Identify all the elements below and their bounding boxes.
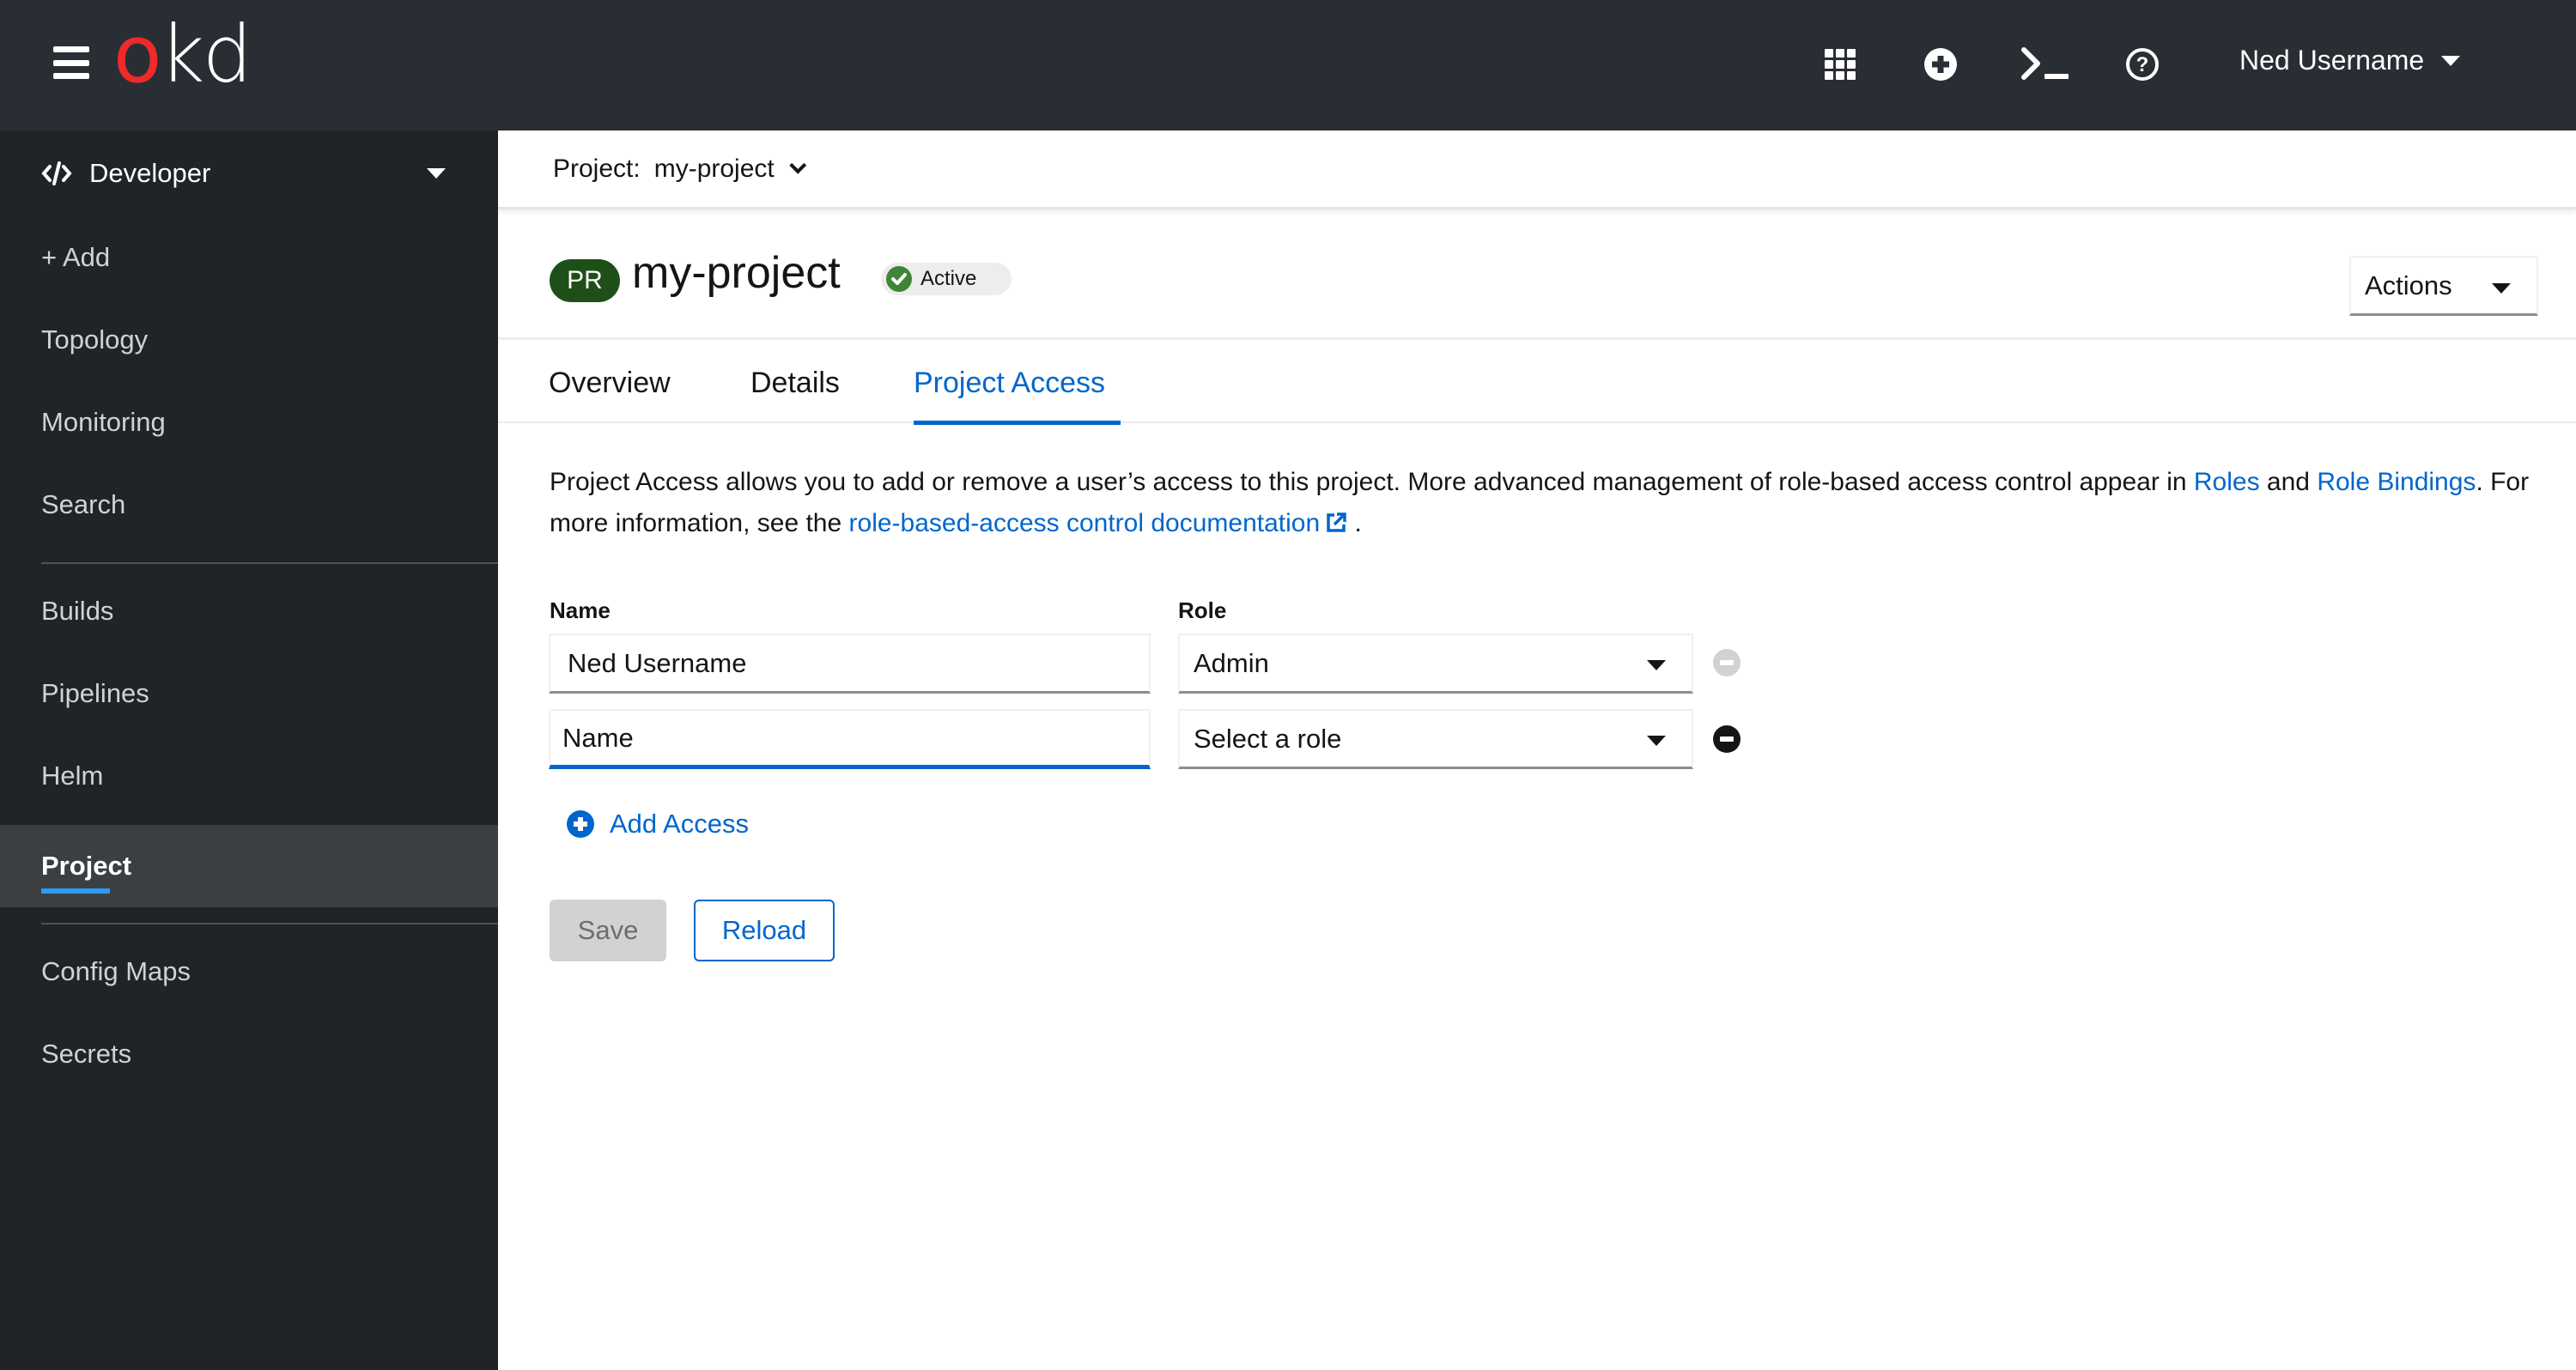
sidebar-item-project[interactable]: Project [0,825,498,907]
name-input-row-1[interactable] [549,633,1151,694]
name-input-row-2[interactable] [549,709,1151,769]
project-selector-bar: Project: my-project [498,130,2576,209]
main-content: Project: my-project PR my-project Active… [498,130,2576,1370]
minus-circle-icon [1720,737,1734,742]
user-menu[interactable]: Ned Username [2239,45,2461,76]
caret-down-icon [1647,736,1666,746]
caret-down-icon [2492,283,2511,294]
project-selector-label: Project: [553,154,641,183]
masthead: okd ? Ned Username [0,0,2576,130]
save-button[interactable]: Save [550,900,666,961]
chevron-down-icon[interactable] [789,156,806,174]
actions-dropdown[interactable]: Actions [2349,256,2538,316]
import-plus-icon[interactable] [1919,43,1962,86]
remove-access-button-row-2[interactable] [1713,725,1741,753]
project-selector-value[interactable]: my-project [654,155,775,184]
nav-divider [41,562,498,564]
user-name: Ned Username [2239,45,2425,76]
role-select-row-2[interactable]: Select a role [1178,709,1693,769]
page-header: PR my-project Active Actions [498,211,2576,340]
tab-project-access[interactable]: Project Access [914,342,1121,425]
sidebar: Developer + Add Topology Monitoring Sear… [0,130,498,1370]
resource-badge: PR [550,259,620,302]
app-launcher-icon[interactable] [1819,43,1862,86]
sidebar-item-secrets[interactable]: Secrets [0,1013,498,1095]
external-link-icon [1327,512,1346,532]
caret-down-icon [2441,55,2461,66]
code-icon [41,161,72,185]
status-badge: Active [881,263,1012,295]
reload-button[interactable]: Reload [694,900,835,961]
active-indicator [41,888,110,894]
tab-overview[interactable]: Overview [549,342,671,423]
sidebar-item-builds[interactable]: Builds [0,570,498,652]
role-column-label: Role [1178,597,1227,623]
hamburger-menu-icon[interactable] [53,46,89,79]
sidebar-item-helm[interactable]: Helm [0,735,498,817]
sidebar-item-config-maps[interactable]: Config Maps [0,931,498,1013]
okd-logo[interactable]: okd [113,15,252,94]
perspective-switcher[interactable]: Developer [0,130,498,216]
sidebar-item-monitoring[interactable]: Monitoring [0,381,498,464]
description: Project Access allows you to add or remo… [550,468,2530,537]
role-select-row-1[interactable]: Admin [1178,633,1693,694]
name-input[interactable] [550,711,1149,765]
check-circle-icon [886,266,912,292]
tab-bar: Overview Details Project Access [498,342,2576,425]
terminal-icon[interactable] [2020,43,2071,86]
minus-circle-icon [1720,660,1734,665]
caret-down-icon [1647,660,1666,670]
help-icon[interactable]: ? [2121,43,2164,86]
sidebar-item-search[interactable]: Search [0,464,498,546]
nav-divider [41,923,498,924]
tab-details[interactable]: Details [750,342,840,423]
caret-down-icon [427,168,446,179]
name-input[interactable] [550,635,1149,691]
sidebar-item-topology[interactable]: Topology [0,299,498,381]
sidebar-item-add[interactable]: + Add [0,216,498,299]
remove-access-button-row-1[interactable] [1713,649,1741,676]
plus-circle-icon [567,810,594,838]
add-access-button[interactable]: Add Access [567,809,749,840]
name-column-label: Name [550,597,611,623]
roles-link[interactable]: Roles [2194,468,2260,496]
perspective-label: Developer [89,158,211,188]
svg-text:?: ? [2136,53,2149,76]
page-title: my-project [632,248,841,298]
sidebar-item-pipelines[interactable]: Pipelines [0,652,498,735]
rbac-docs-link[interactable]: role-based-access control documentation [849,509,1348,537]
role-bindings-link[interactable]: Role Bindings [2317,468,2476,496]
